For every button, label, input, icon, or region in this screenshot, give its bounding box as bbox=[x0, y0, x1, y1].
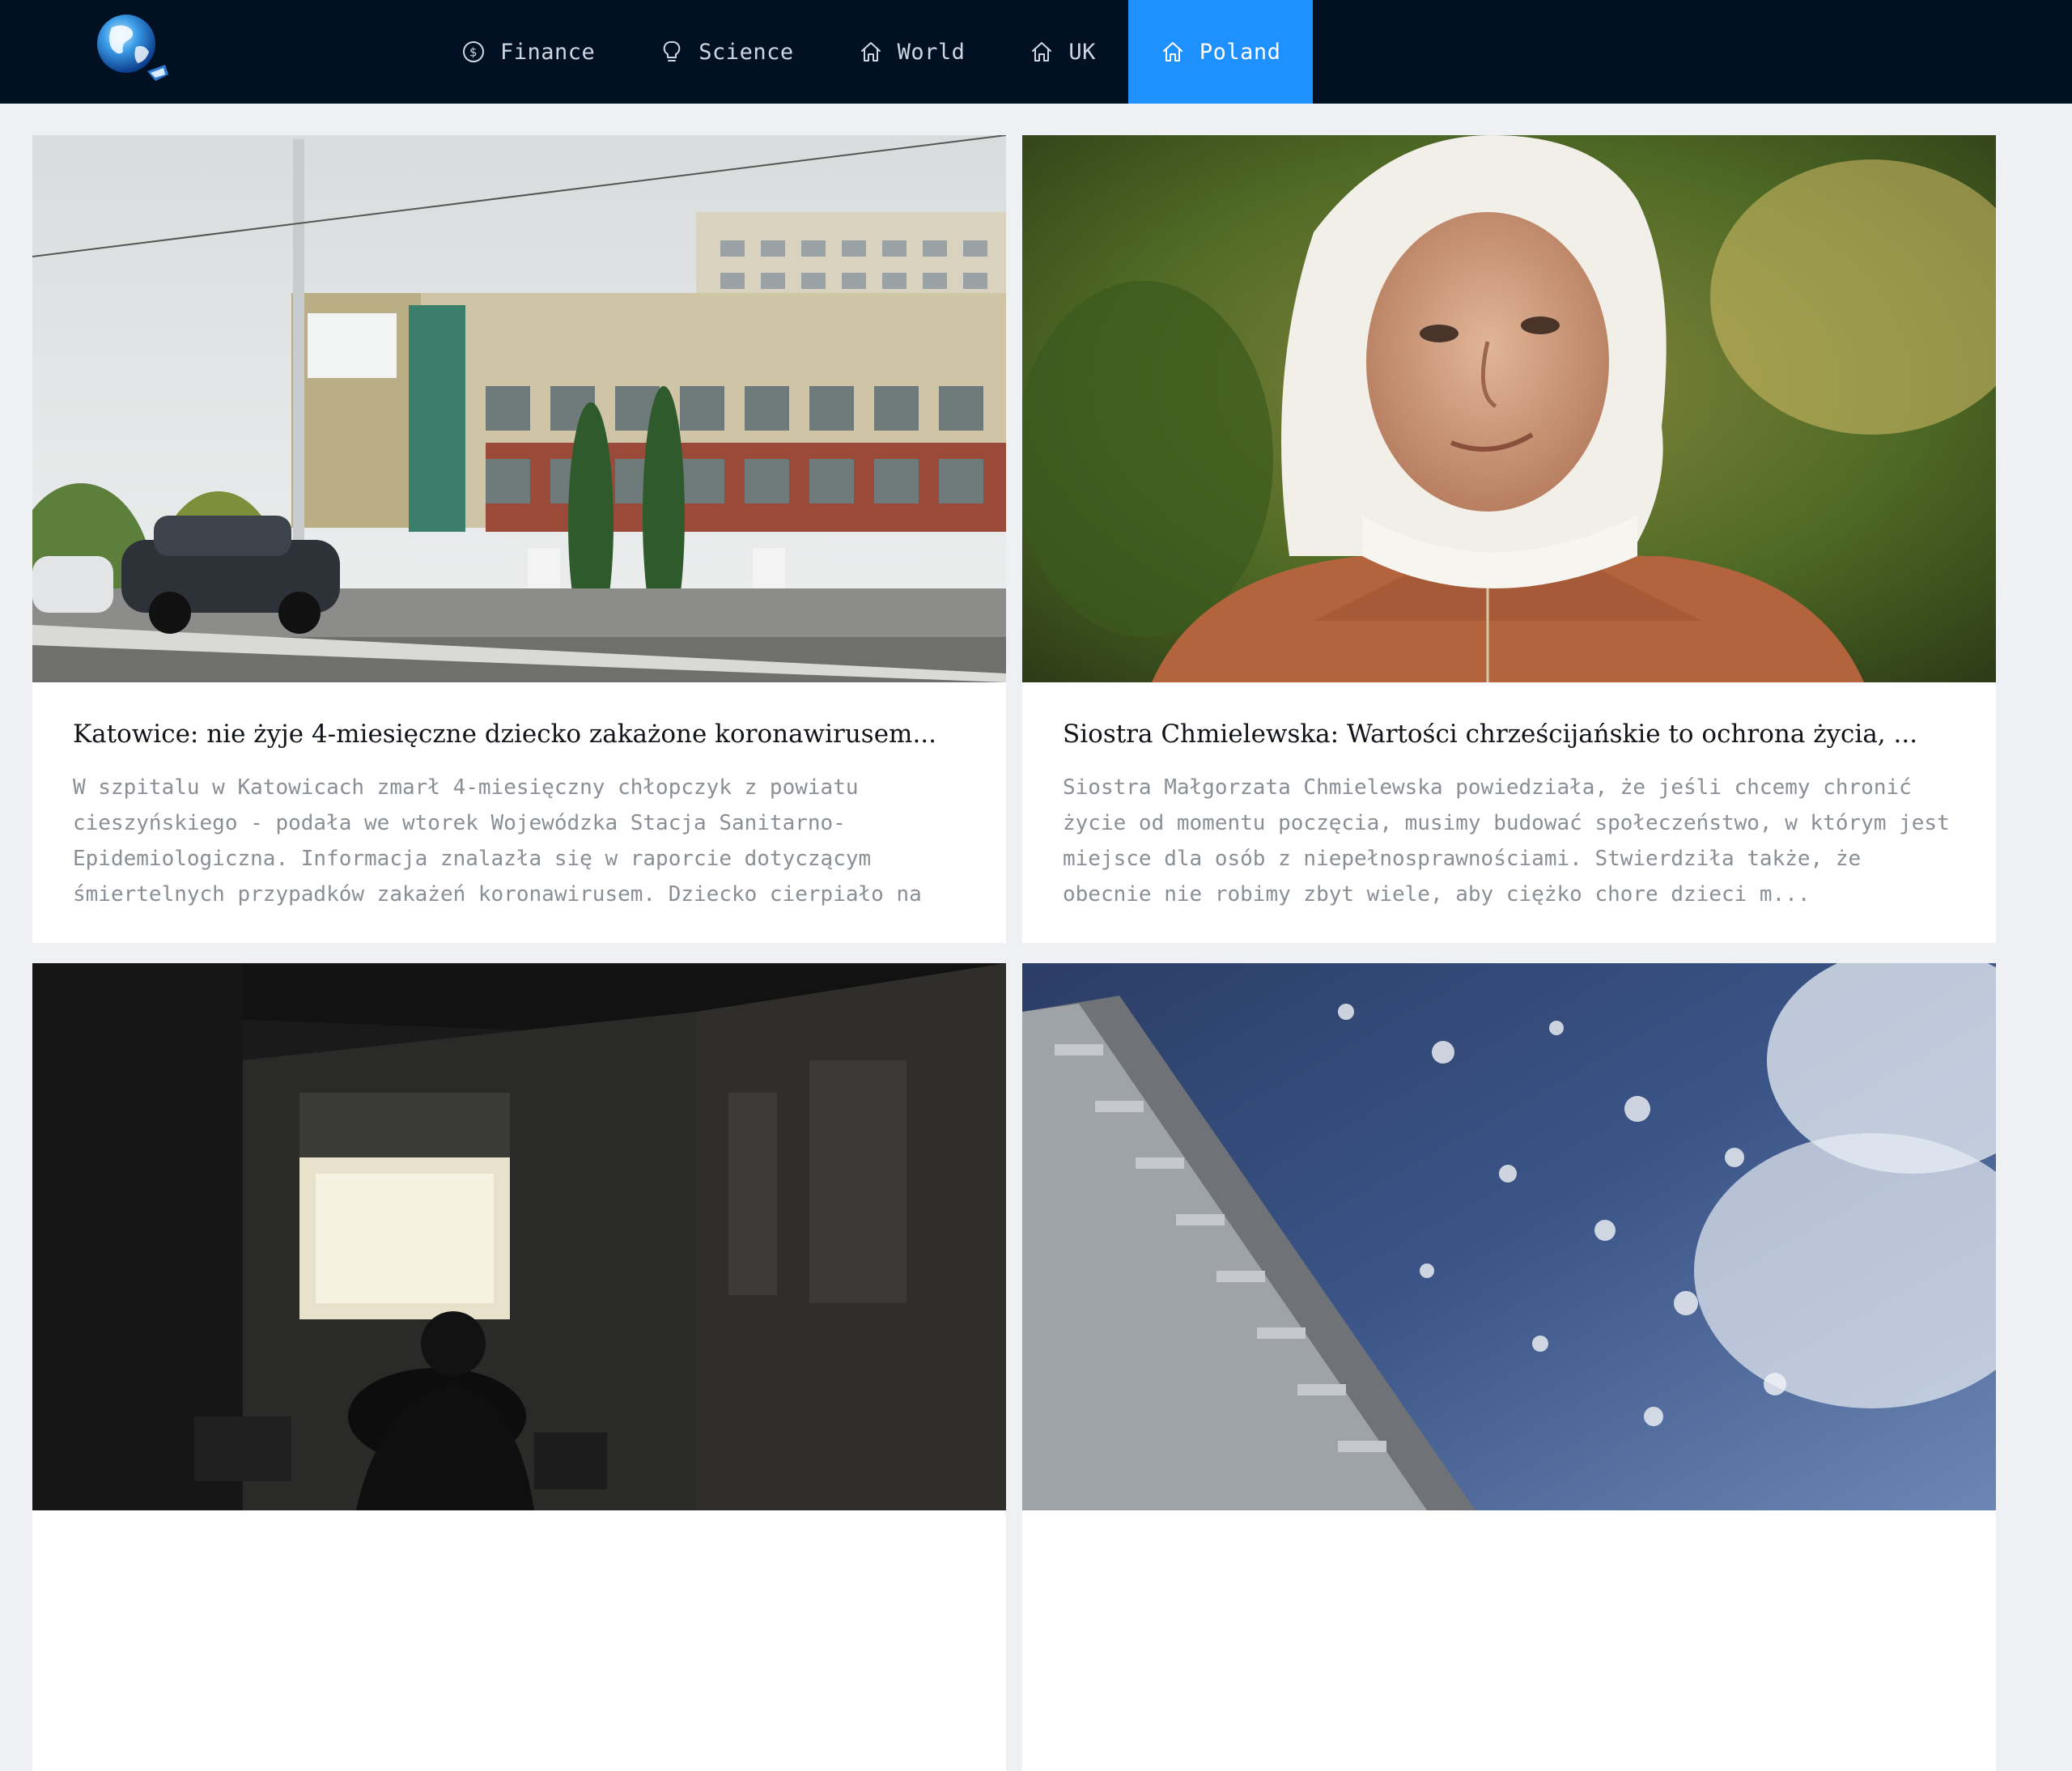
satellite-earth-photo[interactable] bbox=[1022, 963, 1996, 1510]
nav-item-label: Finance bbox=[500, 39, 596, 65]
top-navbar: $ Finance Science World UK Poland bbox=[0, 0, 2072, 104]
article-card[interactable] bbox=[1022, 963, 1996, 1771]
nav-item-world[interactable]: World bbox=[826, 0, 998, 104]
article-card-body bbox=[32, 1510, 1006, 1771]
article-title[interactable]: Katowice: nie żyje 4-miesięczne dziecko … bbox=[73, 718, 966, 750]
article-card[interactable] bbox=[32, 963, 1006, 1771]
nav-item-label: World bbox=[897, 39, 966, 65]
home-icon bbox=[859, 40, 883, 64]
hospital-corridor-photo[interactable] bbox=[32, 963, 1006, 1510]
article-card-body bbox=[1022, 1510, 1996, 1771]
article-card-body: Katowice: nie żyje 4-miesięczne dziecko … bbox=[32, 682, 1006, 943]
dollar-circle-icon: $ bbox=[461, 40, 486, 64]
nav-item-label: UK bbox=[1068, 39, 1096, 65]
globe-logo-icon[interactable] bbox=[91, 11, 172, 91]
lightbulb-icon bbox=[660, 40, 684, 64]
nav-item-label: Science bbox=[698, 39, 794, 65]
article-excerpt: Siostra Małgorzata Chmielewska powiedzia… bbox=[1063, 775, 1950, 907]
article-card[interactable]: Siostra Chmielewska: Wartości chrześcija… bbox=[1022, 135, 1996, 943]
article-card-body: Siostra Chmielewska: Wartości chrześcija… bbox=[1022, 682, 1996, 943]
nav-item-science[interactable]: Science bbox=[627, 0, 826, 104]
article-excerpt bbox=[1063, 1565, 1955, 1708]
nav-item-poland[interactable]: Poland bbox=[1127, 0, 1314, 104]
nun-portrait-photo[interactable] bbox=[1022, 135, 1996, 682]
nav-item-finance[interactable]: $ Finance bbox=[429, 0, 627, 104]
nav-item-uk[interactable]: UK bbox=[997, 0, 1128, 104]
article-excerpt bbox=[73, 1565, 966, 1708]
home-icon bbox=[1030, 40, 1054, 64]
svg-text:$: $ bbox=[469, 45, 478, 60]
article-card[interactable]: Katowice: nie żyje 4-miesięczne dziecko … bbox=[32, 135, 1006, 943]
hospital-building-photo[interactable] bbox=[32, 135, 1006, 682]
main-nav: $ Finance Science World UK Poland bbox=[429, 0, 1314, 104]
article-title[interactable]: Siostra Chmielewska: Wartości chrześcija… bbox=[1063, 718, 1955, 750]
home-icon bbox=[1161, 40, 1185, 64]
article-excerpt: W szpitalu w Katowicach zmarł 4-miesięcz… bbox=[73, 775, 922, 907]
nav-item-label: Poland bbox=[1199, 39, 1281, 65]
